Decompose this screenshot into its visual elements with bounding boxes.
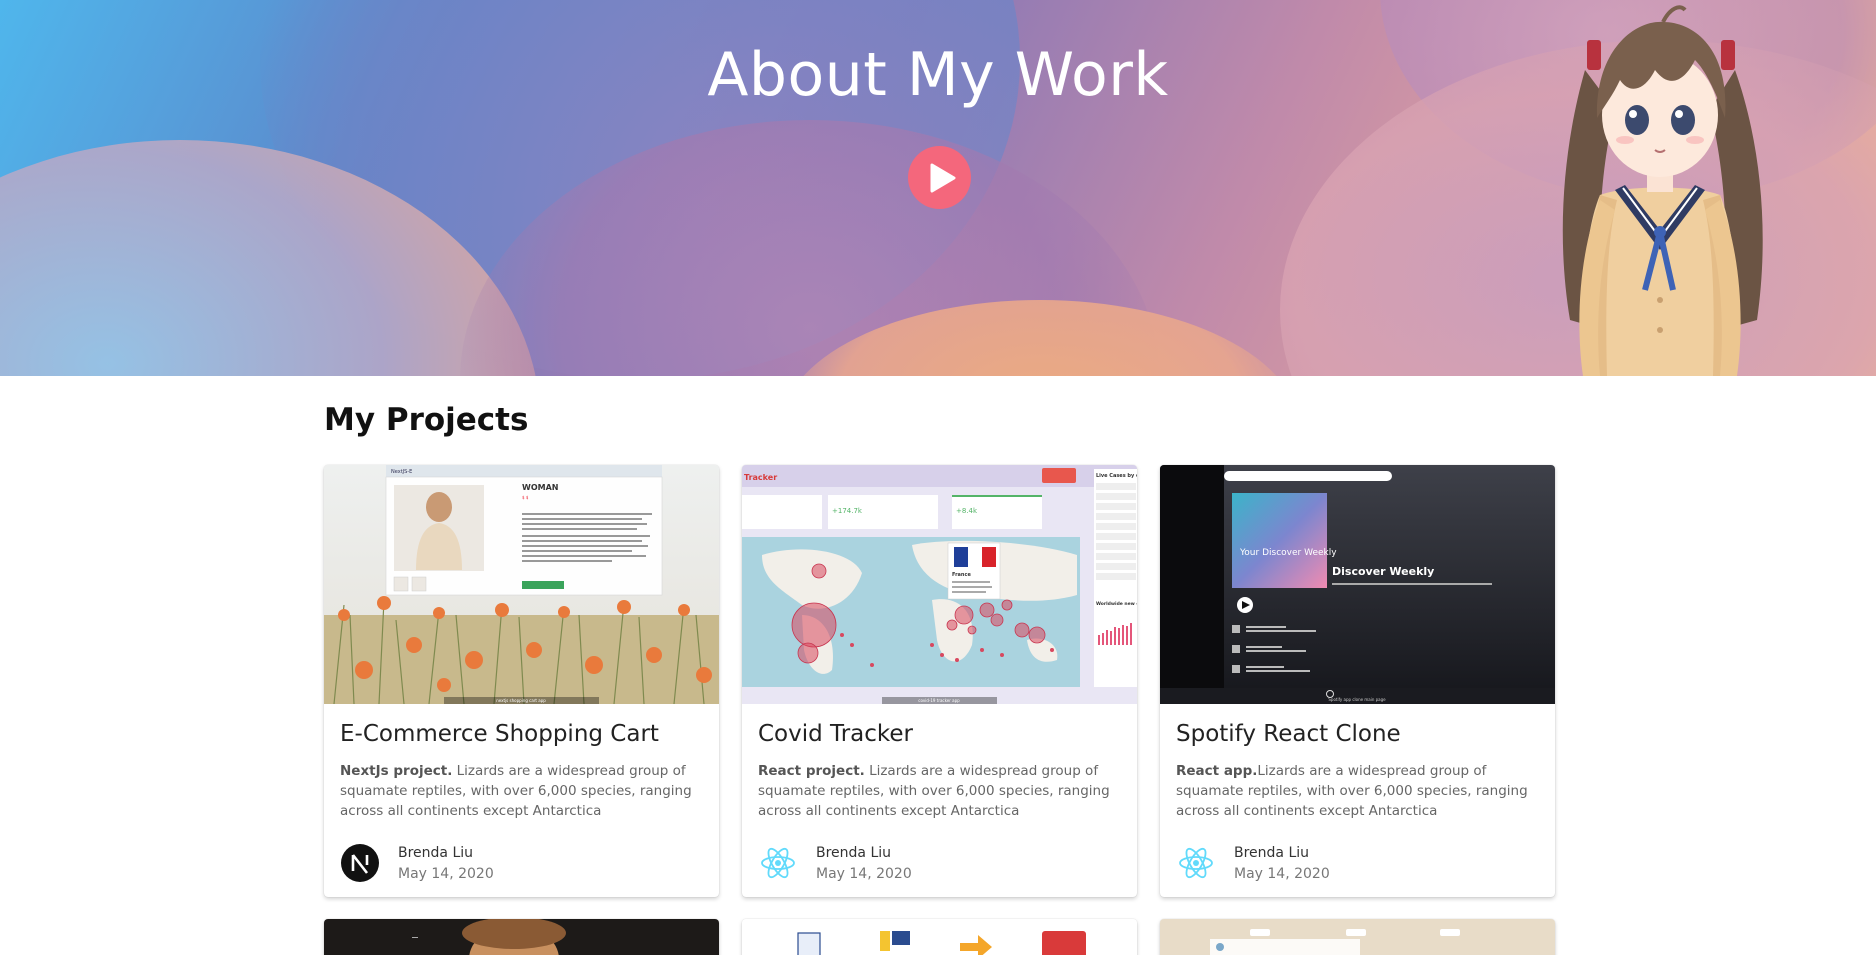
- author-name: Brenda Liu: [398, 845, 474, 861]
- project-card[interactable]: NextJS-E WOMAN $ $ nextjs shopping cart …: [324, 465, 719, 897]
- post-date: May 14, 2020: [816, 866, 912, 882]
- svg-text:WOMAN: WOMAN: [522, 483, 558, 492]
- svg-text:+8.4k: +8.4k: [956, 507, 978, 515]
- project-screenshot: NextJS-E WOMAN $ $ nextjs shopping cart …: [324, 465, 719, 704]
- post-date: May 14, 2020: [398, 866, 494, 882]
- section-title: My Projects: [324, 402, 529, 438]
- project-card[interactable]: [742, 919, 1137, 955]
- hero-banner: About My Work: [0, 0, 1876, 376]
- thumb-brand: Tracker: [744, 473, 777, 482]
- react-logo-icon: [761, 847, 795, 879]
- svg-text:Discover Weekly: Discover Weekly: [1332, 565, 1434, 578]
- project-screenshot: Your Discover Weekly Discover Weekly Spo…: [1160, 465, 1555, 704]
- project-card[interactable]: Tracker +174.7k +8.4k Live Cases by co W…: [742, 465, 1137, 897]
- thumb-brand: NextJS-E: [391, 469, 412, 475]
- author-name: Brenda Liu: [816, 845, 892, 861]
- svg-text:France: France: [952, 572, 971, 578]
- nextjs-logo-icon: [341, 844, 379, 882]
- svg-text:Your Discover Weekly: Your Discover Weekly: [1239, 548, 1337, 558]
- thumb-caption: nextjs shopping cart app: [496, 698, 546, 703]
- project-screenshot: [742, 919, 1137, 955]
- play-button[interactable]: [908, 146, 971, 209]
- project-title[interactable]: E-Commerce Shopping Cart: [340, 721, 659, 747]
- project-description: React project. Lizards are a widespread …: [758, 761, 1120, 821]
- react-logo-icon: [1179, 847, 1213, 879]
- project-card[interactable]: [1160, 919, 1555, 955]
- project-card[interactable]: Your Discover Weekly Discover Weekly Spo…: [1160, 465, 1555, 897]
- author-name: Brenda Liu: [1234, 845, 1310, 861]
- project-title[interactable]: Spotify React Clone: [1176, 721, 1401, 747]
- svg-text:$ $: $ $: [522, 495, 529, 500]
- svg-text:Live Cases by co: Live Cases by co: [1096, 473, 1137, 479]
- project-title[interactable]: Covid Tracker: [758, 721, 913, 747]
- project-card[interactable]: [324, 919, 719, 955]
- project-tech: React project.: [758, 763, 865, 779]
- play-icon: [930, 163, 955, 192]
- post-date: May 14, 2020: [1234, 866, 1330, 882]
- svg-text:covid-19 tracker app: covid-19 tracker app: [918, 698, 960, 703]
- project-screenshot: Tracker +174.7k +8.4k Live Cases by co W…: [742, 465, 1137, 704]
- svg-text:+174.7k: +174.7k: [832, 507, 863, 515]
- svg-text:Worldwide new c: Worldwide new c: [1096, 601, 1137, 607]
- project-tech: React app.: [1176, 763, 1258, 779]
- anime-mascot-illustration: [1562, 5, 1763, 376]
- project-screenshot: [324, 919, 719, 955]
- project-tech: NextJs project.: [340, 763, 453, 779]
- project-screenshot: [1160, 919, 1555, 955]
- svg-text:Spotify app clone main page: Spotify app clone main page: [1328, 697, 1386, 702]
- project-description: NextJs project. Lizards are a widespread…: [340, 761, 702, 821]
- project-description: React app.Lizards are a widespread group…: [1176, 761, 1538, 821]
